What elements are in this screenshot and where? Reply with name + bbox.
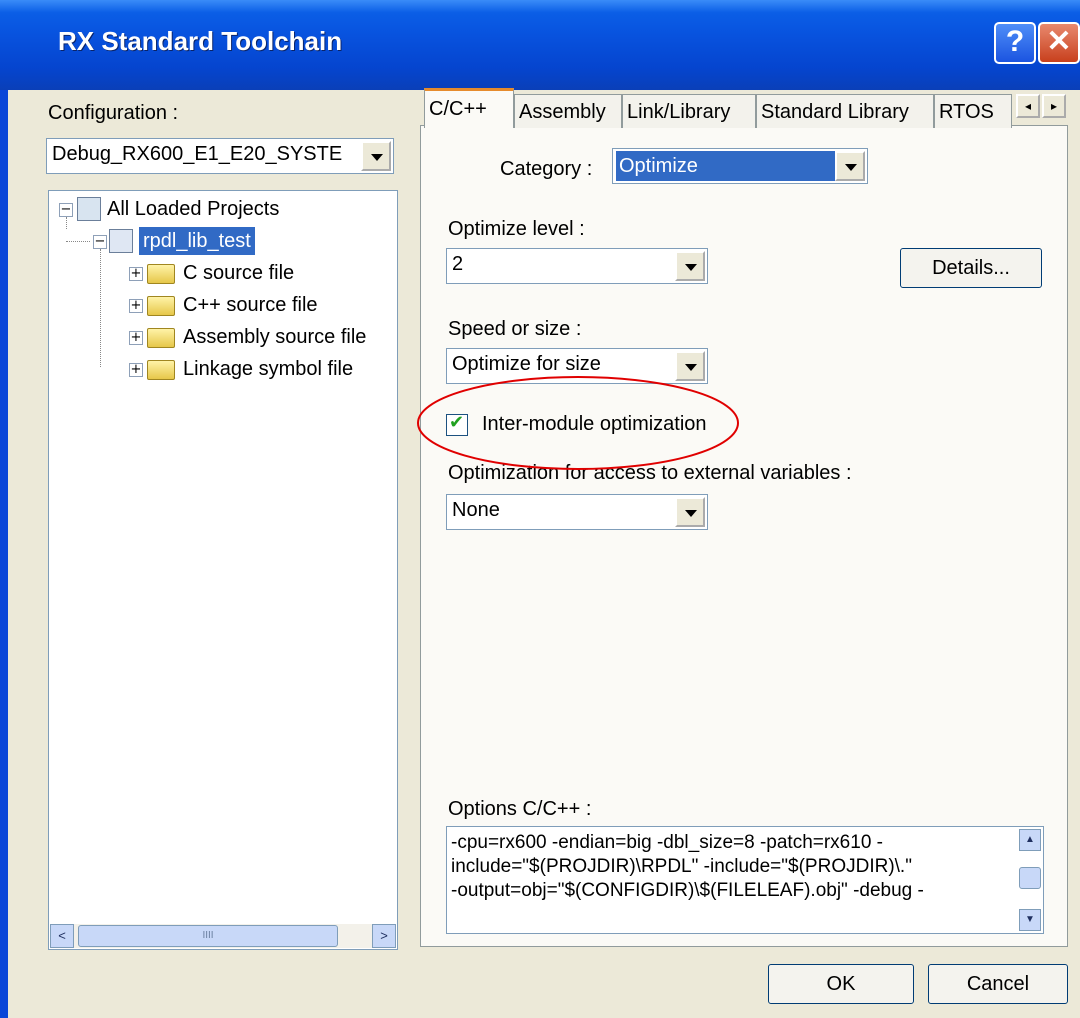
- options-text: -cpu=rx600 -endian=big -dbl_size=8 -patc…: [451, 831, 1011, 903]
- scroll-up-icon[interactable]: ▲: [1019, 829, 1041, 851]
- scroll-down-icon[interactable]: ▼: [1019, 909, 1041, 931]
- annotation-circle: [417, 376, 739, 470]
- ok-button[interactable]: OK: [768, 964, 914, 1004]
- scroll-thumb[interactable]: [1019, 867, 1041, 889]
- options-line: include="$(PROJDIR)\RPDL" -include="$(PR…: [451, 856, 912, 877]
- options-label: Options C/C++ :: [448, 798, 592, 820]
- cancel-button[interactable]: Cancel: [928, 964, 1068, 1004]
- options-line: -cpu=rx600 -endian=big -dbl_size=8 -patc…: [451, 832, 883, 853]
- options-line: -output=obj="$(CONFIGDIR)\$(FILELEAF).ob…: [451, 880, 924, 901]
- options-vertical-scrollbar[interactable]: ▲ ▼: [1019, 829, 1041, 931]
- options-textarea[interactable]: -cpu=rx600 -endian=big -dbl_size=8 -patc…: [446, 826, 1044, 934]
